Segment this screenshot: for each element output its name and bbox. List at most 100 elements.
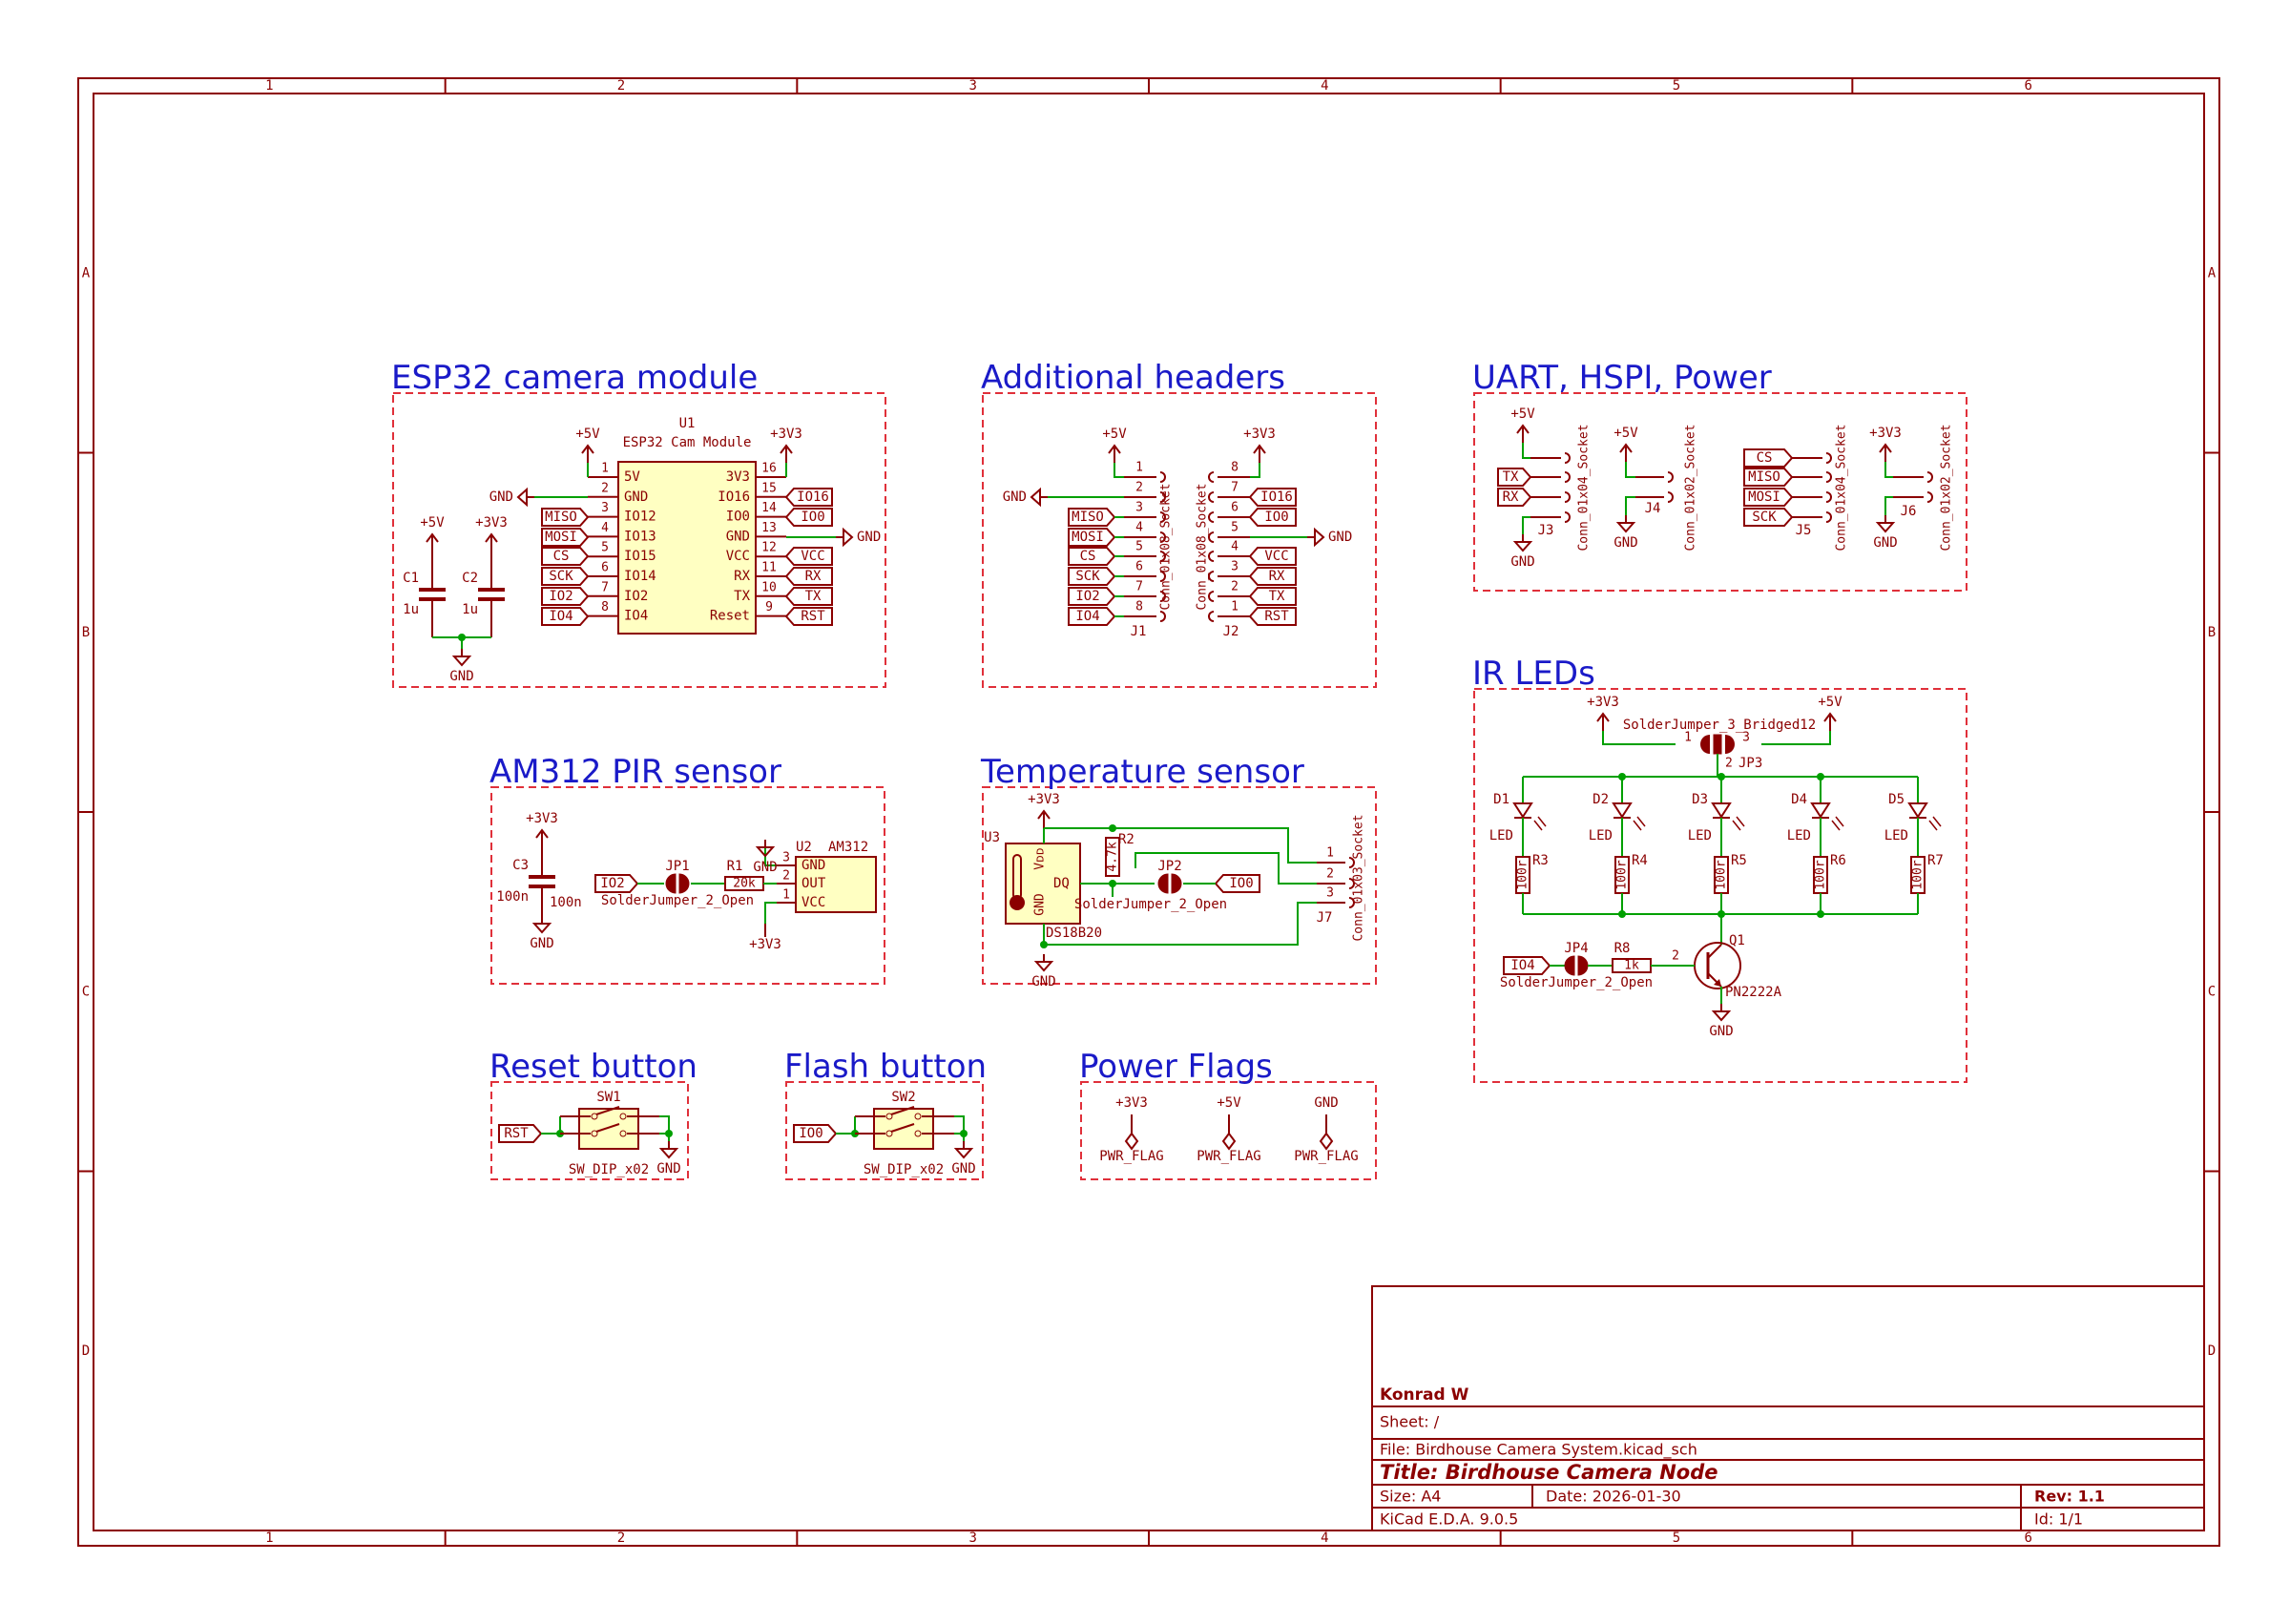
- sheet-id: Id: 1/1: [2034, 1510, 2083, 1529]
- power-label: +3V3: [475, 515, 508, 531]
- outer-frame: [77, 77, 2220, 1547]
- pin-number: 3: [782, 851, 790, 865]
- led-triangle: [1711, 802, 1732, 819]
- j7-ref: J7: [1317, 910, 1333, 926]
- socket-contact: [1208, 551, 1215, 562]
- ground-label: GND: [1873, 535, 1897, 551]
- socket-contact: [1667, 491, 1674, 503]
- frame-row-label: D: [2208, 1343, 2216, 1359]
- r2-ref: R2: [1118, 832, 1135, 847]
- frame-row-label: B: [82, 625, 90, 640]
- ground-label: GND: [656, 1161, 680, 1176]
- u1-pin-number: 8: [601, 600, 609, 614]
- net-label: SCK: [1075, 569, 1100, 584]
- socket-contact: [1564, 491, 1571, 503]
- pin-number: 2: [1135, 481, 1143, 495]
- wire: [1522, 443, 1530, 459]
- frame-column-label: 5: [1673, 1530, 1680, 1546]
- led-value: LED: [1884, 828, 1908, 843]
- reset-button: RST SW1 SW_DIP_x02 GND: [498, 1090, 681, 1177]
- u1-pin-number: 10: [761, 580, 777, 594]
- u1-pin-name: RX: [734, 569, 750, 584]
- switch-value: SW_DIP_x02: [569, 1162, 649, 1177]
- jp2-value: SolderJumper_2_Open: [1074, 897, 1227, 912]
- solder-jumper-pad: [1713, 734, 1722, 755]
- power-label: +3V3: [1587, 695, 1619, 710]
- switch-ref: SW2: [891, 1090, 915, 1105]
- net-label: IO16: [797, 489, 829, 505]
- led-ref: D2: [1593, 792, 1609, 807]
- u2-pin-name: GND: [802, 858, 825, 873]
- resistor-ref: R4: [1632, 853, 1648, 868]
- ground-label: GND: [753, 860, 777, 875]
- block-heading: AM312 PIR sensor: [489, 753, 781, 791]
- resistor-value: 100r: [1516, 860, 1530, 889]
- u1-pin-number: 13: [761, 521, 777, 535]
- frame-column-label: 5: [1673, 78, 1680, 94]
- power-label: +3V3: [749, 937, 781, 952]
- socket-contact: [1825, 491, 1832, 503]
- j2-ref: J2: [1223, 624, 1239, 639]
- ground-symbol: [658, 1148, 679, 1159]
- resistor-value: 100r: [1911, 860, 1926, 889]
- u1-pin-number: 14: [761, 501, 777, 515]
- u2-value: AM312: [828, 840, 868, 855]
- u3-vdd: Vᴅᴅ: [1033, 847, 1048, 869]
- solder-jumper-pad: [1725, 735, 1735, 754]
- j1-value: Conn_01x08_Socket: [1159, 483, 1174, 610]
- u1-pin-name: IO15: [624, 549, 656, 564]
- block-heading: ESP32 camera module: [391, 359, 758, 397]
- cap-value: 1u: [462, 602, 478, 617]
- socket-contact: [1208, 591, 1215, 602]
- u2-pin-name: VCC: [802, 895, 825, 910]
- net-label: RST: [801, 609, 825, 624]
- ground-symbol: [451, 656, 472, 667]
- file-name: File: Birdhouse Camera System.kicad_sch: [1380, 1441, 1697, 1460]
- ground-symbol: [516, 487, 528, 508]
- frame-row-label: C: [82, 984, 90, 999]
- resistor-value: 1k: [1624, 959, 1639, 973]
- u1-pin-name: IO0: [726, 510, 750, 525]
- power-label: +5V: [420, 515, 445, 531]
- resistor-value: 100r: [1814, 860, 1828, 889]
- resistor-value: 100r: [1615, 860, 1630, 889]
- led-ray: [1835, 816, 1844, 827]
- led-ray: [1636, 816, 1646, 827]
- jp4-value: SolderJumper_2_Open: [1500, 975, 1653, 990]
- ground-label: GND: [449, 669, 473, 684]
- switch-body: [578, 1108, 639, 1150]
- wire: [659, 1115, 670, 1141]
- ir-leds: +3V3 +5V1 3SolderJumper_3_Bridged122 JP3D1L…: [1489, 695, 1944, 1039]
- u1-pin-name: GND: [726, 529, 750, 544]
- net-label: MISO: [545, 510, 577, 525]
- u1-pin-name: VCC: [726, 549, 750, 564]
- inner-frame: [93, 93, 2205, 1531]
- wire: [1625, 496, 1635, 515]
- u2-ref: U2: [796, 840, 812, 855]
- frame-row-label: C: [2208, 984, 2216, 999]
- pin-number: 5: [1135, 540, 1143, 554]
- net-label: MOSI: [1748, 489, 1780, 505]
- u1-pin-number: 1: [601, 462, 609, 476]
- socket-contact: [1825, 511, 1832, 523]
- wire: [1625, 462, 1635, 478]
- pir-sensor: +3V3 C3 100n 100n GND IO2 JP1 SolderJumper_2_Op…: [496, 811, 877, 952]
- frame-column-label: 1: [265, 78, 273, 94]
- switch-value: SW_DIP_x02: [864, 1162, 944, 1177]
- net-label: CS: [1757, 450, 1773, 466]
- led-ray: [1928, 820, 1938, 831]
- frame-column-label: 3: [968, 78, 976, 94]
- ground-label: GND: [857, 530, 881, 545]
- wire: [1884, 496, 1893, 515]
- net-label: IO0: [1264, 510, 1288, 525]
- socket-contact: [1208, 511, 1215, 523]
- net-label: CS: [553, 549, 570, 564]
- led-ray: [1633, 820, 1642, 831]
- j6-value: Conn_01x02_Socket: [1940, 424, 1954, 551]
- net-label: MISO: [1748, 469, 1780, 485]
- u1-pin-name: IO2: [624, 589, 648, 604]
- q1-collector: [1707, 944, 1722, 959]
- ground-label: GND: [530, 936, 553, 951]
- u1-pin-number: 12: [761, 541, 777, 555]
- power-label: +5V: [1818, 695, 1842, 710]
